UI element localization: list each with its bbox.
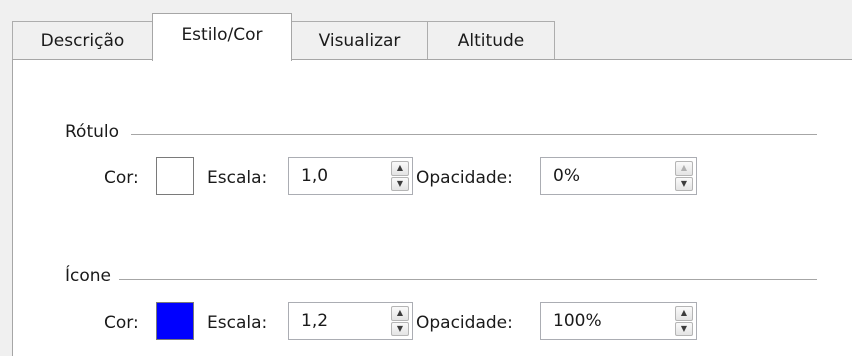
icon-group-title: Ícone [65, 266, 115, 286]
icon-opacity-value[interactable]: 100% [553, 311, 602, 331]
icon-scale-spinbox[interactable]: 1,2 ▲ ▼ [288, 302, 413, 340]
caret-down-icon[interactable]: ▼ [675, 321, 693, 336]
label-opacity-label: Opacidade: [416, 168, 513, 188]
icon-opacity-spinbox[interactable]: 100% ▲ ▼ [540, 302, 697, 340]
label-scale-label: Escala: [207, 168, 268, 188]
icon-scale-label: Escala: [207, 313, 268, 333]
label-opacity-spin-buttons: ▲ ▼ [675, 161, 693, 191]
caret-down-icon[interactable]: ▼ [391, 176, 409, 191]
label-group-title: Rótulo [65, 122, 124, 142]
caret-up-icon[interactable]: ▲ [675, 161, 693, 176]
label-opacity-spinbox[interactable]: 0% ▲ ▼ [540, 157, 697, 195]
tab-altitude[interactable]: Altitude [427, 21, 555, 59]
tab-visualizar[interactable]: Visualizar [291, 21, 428, 59]
label-scale-spin-buttons: ▲ ▼ [391, 161, 409, 191]
caret-down-icon[interactable]: ▼ [675, 176, 693, 191]
tab-descricao[interactable]: Descrição [12, 21, 153, 59]
caret-up-icon[interactable]: ▲ [675, 306, 693, 321]
label-color-label: Cor: [104, 168, 139, 188]
tab-strip: Descrição Estilo/Cor Visualizar Altitude [0, 0, 852, 61]
tab-estilo-cor[interactable]: Estilo/Cor [152, 13, 292, 61]
label-scale-spinbox[interactable]: 1,0 ▲ ▼ [288, 157, 413, 195]
caret-up-icon[interactable]: ▲ [391, 306, 409, 321]
caret-up-icon[interactable]: ▲ [391, 161, 409, 176]
label-color-swatch[interactable] [156, 157, 194, 195]
icon-opacity-spin-buttons: ▲ ▼ [675, 306, 693, 336]
caret-down-icon[interactable]: ▼ [391, 321, 409, 336]
icon-scale-spin-buttons: ▲ ▼ [391, 306, 409, 336]
icon-group-divider [119, 279, 817, 280]
icon-color-swatch[interactable] [156, 302, 194, 340]
tab-panel-estilo-cor: Rótulo Cor: Escala: 1,0 ▲ ▼ Opacidade: 0… [12, 59, 852, 356]
label-group-divider [131, 134, 817, 135]
icon-opacity-label: Opacidade: [416, 313, 513, 333]
label-opacity-value[interactable]: 0% [553, 166, 580, 186]
icon-color-label: Cor: [104, 313, 139, 333]
label-scale-value[interactable]: 1,0 [301, 166, 328, 186]
icon-scale-value[interactable]: 1,2 [301, 311, 328, 331]
